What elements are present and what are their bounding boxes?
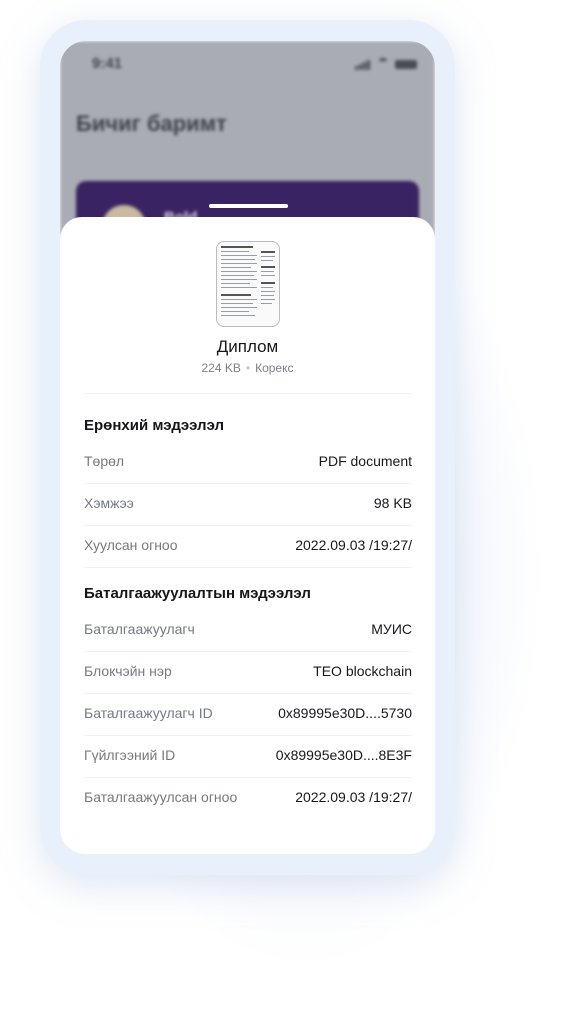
info-row-verifier-id: Баталгаажуулагч ID 0x89995e30D....5730 bbox=[84, 693, 412, 736]
sheet-drag-handle[interactable] bbox=[209, 204, 288, 208]
thumb-line bbox=[221, 246, 253, 248]
battery-icon bbox=[395, 60, 417, 69]
thumb-line bbox=[261, 260, 273, 261]
signal-bar-icon bbox=[359, 64, 362, 70]
thumb-line bbox=[261, 256, 275, 257]
document-size: 224 KB bbox=[201, 361, 241, 375]
thumb-line bbox=[261, 251, 275, 253]
document-title: Диплом bbox=[216, 337, 279, 356]
thumb-line bbox=[221, 255, 257, 256]
thumb-line bbox=[221, 311, 249, 312]
signal-bar-icon bbox=[363, 62, 366, 70]
thumb-line bbox=[261, 275, 275, 276]
thumb-line bbox=[221, 287, 257, 288]
row-value: МУИС bbox=[371, 621, 412, 637]
row-label: Төрөл bbox=[84, 453, 125, 469]
row-value[interactable]: 0x89995e30D....5730 bbox=[278, 705, 412, 721]
thumb-line bbox=[261, 266, 275, 268]
thumb-line bbox=[221, 271, 257, 272]
thumb-line bbox=[261, 282, 275, 284]
thumb-line bbox=[221, 267, 251, 268]
thumb-line bbox=[261, 299, 275, 300]
row-label: Гүйлгээний ID bbox=[84, 747, 176, 763]
row-value[interactable]: 0x89995e30D....8E3F bbox=[276, 747, 412, 763]
thumb-line bbox=[221, 275, 254, 276]
signal-bar-icon bbox=[367, 60, 370, 70]
row-label: Хэмжээ bbox=[84, 495, 134, 511]
thumb-line bbox=[221, 283, 250, 284]
thumb-line bbox=[261, 271, 274, 272]
document-type: Корекс bbox=[255, 361, 294, 375]
document-meta: 224 KB • Корекс bbox=[60, 361, 435, 375]
thumb-line bbox=[221, 303, 253, 304]
thumb-line bbox=[221, 263, 257, 264]
row-value: 2022.09.03 /19:27/ bbox=[295, 537, 412, 553]
signal-icon bbox=[355, 66, 358, 70]
verification-info-title: Баталгаажуулалтын мэдээлэл bbox=[84, 585, 311, 602]
thumb-line bbox=[261, 287, 273, 288]
thumb-line bbox=[221, 251, 249, 252]
thumb-line bbox=[221, 307, 257, 308]
info-row-transaction-id: Гүйлгээний ID 0x89995e30D....8E3F bbox=[84, 735, 412, 778]
info-row-size: Хэмжээ 98 KB bbox=[84, 483, 412, 526]
thumb-line bbox=[221, 315, 255, 316]
thumb-line bbox=[261, 303, 272, 304]
thumb-line bbox=[221, 294, 251, 296]
info-row-verifier: Баталгаажуулагч МУИС bbox=[84, 609, 412, 652]
row-label: Баталгаажуулагч bbox=[84, 621, 195, 637]
general-info-title: Ерөнхий мэдээлэл bbox=[84, 417, 225, 434]
document-details-sheet: Диплом 224 KB • Корекс Ерөнхий мэдээлэл Тө… bbox=[60, 217, 435, 854]
info-row-type: Төрөл PDF document bbox=[84, 441, 412, 484]
wifi-icon bbox=[377, 58, 389, 70]
row-value: 2022.09.03 /19:27/ bbox=[295, 789, 412, 805]
background-page-title: Бичиг баримт bbox=[76, 111, 227, 136]
phone-screen: 9:41 Бичиг баримт Bold... bbox=[60, 41, 435, 854]
document-thumbnail[interactable] bbox=[216, 241, 280, 327]
thumb-line bbox=[221, 299, 257, 300]
status-icons bbox=[355, 58, 419, 70]
phone-frame: 9:41 Бичиг баримт Bold... bbox=[40, 20, 455, 875]
divider bbox=[84, 393, 412, 394]
info-row-blockchain-name: Блокчэйн нэр TEO blockchain bbox=[84, 651, 412, 694]
thumb-line bbox=[221, 259, 255, 260]
info-row-copied-date: Хуулсан огноо 2022.09.03 /19:27/ bbox=[84, 525, 412, 568]
row-value: PDF document bbox=[318, 453, 412, 469]
status-time: 9:41 bbox=[92, 55, 123, 72]
meta-separator: • bbox=[245, 361, 251, 375]
thumb-line bbox=[261, 295, 274, 296]
thumb-line bbox=[221, 279, 257, 280]
row-value: 98 KB bbox=[373, 495, 412, 511]
row-label: Баталгаажуулсан огноо bbox=[84, 789, 238, 805]
row-label: Баталгаажуулагч ID bbox=[84, 705, 213, 721]
info-row-verified-date: Баталгаажуулсан огноо 2022.09.03 /19:27/ bbox=[84, 777, 412, 819]
row-label: Хуулсан огноо bbox=[84, 537, 178, 553]
row-value: TEO blockchain bbox=[313, 663, 412, 679]
row-label: Блокчэйн нэр bbox=[84, 663, 172, 679]
thumb-line bbox=[261, 291, 275, 292]
